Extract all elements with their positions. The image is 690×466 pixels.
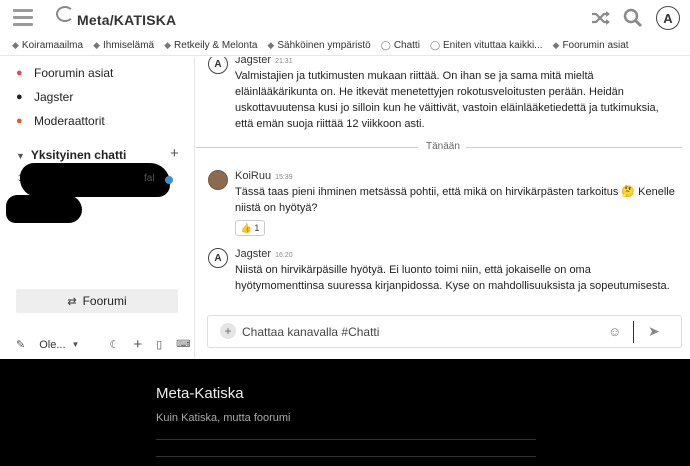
chat-icon: ◯ (429, 40, 441, 50)
chat-bubble-icon: ● (16, 91, 23, 103)
author-avatar[interactable] (208, 170, 228, 190)
sidebar-item-foorumin-asiat[interactable]: ● Foorumin asiat (16, 66, 113, 80)
plug-icon: ◆ (267, 40, 275, 50)
redacted-private-chat[interactable] (6, 195, 82, 223)
mobile-icon[interactable]: ▯ (156, 338, 162, 351)
private-chat-name-fragment: fal (144, 173, 155, 184)
brush-icon[interactable]: ✎ (16, 338, 25, 351)
attach-plus-icon[interactable]: + (220, 323, 236, 339)
hamburger-menu-icon[interactable] (13, 9, 33, 26)
chat-message: KoiRuu 15:39 Tässä taas pieni ihminen met… (208, 170, 678, 240)
theme-selector[interactable]: Ole... (39, 339, 65, 351)
category-item[interactable]: ◯ Eniten vituttaa kaikki... (430, 40, 543, 51)
category-item[interactable]: ◆ Foorumin asiat (553, 40, 629, 51)
chevron-down-icon[interactable]: ▼ (72, 340, 80, 349)
category-item[interactable]: ◆ Retkeily & Melonta (164, 40, 257, 51)
message-author[interactable]: Jagster (235, 57, 271, 66)
message-time: 21:31 (275, 58, 293, 65)
author-avatar[interactable]: A (208, 57, 228, 74)
private-chat-header[interactable]: ▼ Yksityinen chatti (16, 148, 126, 162)
message-author[interactable]: Jagster (235, 248, 271, 260)
footer-subtitle: Kuin Katiska, mutta foorumi (156, 412, 291, 424)
date-divider: Tänään (196, 141, 690, 153)
sidebar: ● Foorumin asiat ● Jagster ● Moderaattor… (0, 57, 195, 359)
sidebar-footer: ✎ Ole... ▼ ☾ + ▯ ⌨ (16, 336, 191, 353)
online-indicator (165, 176, 173, 184)
category-bar: ◆ Koiramaailma ◆ Ihmiselämä ◆ Retkeily & Me… (0, 36, 690, 56)
message-text: Tässä taas pieni ihminen metsässä pohtii… (235, 186, 675, 214)
chat-composer[interactable]: + Chattaa kanavalla #Chatti ☺ ➤ (207, 315, 682, 348)
message-author[interactable]: KoiRuu (235, 170, 271, 182)
site-logo-icon[interactable] (56, 6, 74, 22)
message-text: Valmistajien ja tutkimusten mukaan riitt… (235, 70, 659, 130)
sidebar-item-moderaattorit[interactable]: ● Moderaattorit (16, 114, 105, 128)
user-avatar[interactable]: A (656, 6, 680, 30)
author-avatar[interactable]: A (208, 248, 228, 268)
sidebar-item-jagster[interactable]: ● Jagster (16, 90, 73, 104)
shuffle-icon: ⇄ (67, 295, 77, 308)
paw-icon: ◆ (12, 40, 19, 50)
message-input[interactable]: Chattaa kanavalla #Chatti (242, 325, 379, 339)
site-title[interactable]: Meta/KATISKA (77, 12, 176, 28)
chat-message: A Jagster 21:31 Valmistajien ja tutkimust… (208, 57, 678, 134)
message-time: 15:39 (275, 174, 293, 181)
chevron-down-icon: ▼ (16, 151, 25, 161)
footer-title: Meta-Katiska (156, 385, 244, 402)
chat-message: A Jagster 16:20 Niistä on hirvikärpäsille… (208, 248, 678, 308)
flag-icon: ◆ (552, 40, 560, 50)
category-item[interactable]: ◆ Ihmiselämä (93, 40, 154, 51)
plus-icon[interactable]: + (133, 336, 142, 353)
top-header: Meta/KATISKA A (0, 0, 690, 36)
shuffle-icon[interactable] (590, 7, 612, 29)
search-icon[interactable] (622, 7, 644, 29)
keyboard-icon[interactable]: ⌨ (176, 339, 190, 350)
message-text: Niistä on hirvikärpäsille hyötyä. Ei luo… (235, 264, 670, 292)
forum-button[interactable]: ⇄ Foorumi (16, 289, 178, 313)
category-item[interactable]: ◆ Sähköinen ympäristö (267, 40, 370, 51)
message-time: 16:20 (275, 252, 293, 259)
site-footer: Meta-Katiska Kuin Katiska, mutta foorumi (0, 359, 690, 466)
add-private-chat-button[interactable]: + (170, 145, 179, 162)
category-item[interactable]: ◯ Chatti (381, 40, 420, 51)
chat-pane: A Jagster 21:31 Valmistajien ja tutkimust… (196, 57, 690, 359)
chat-bubble-icon: ● (16, 67, 23, 79)
category-item[interactable]: ◆ Koiramaailma (12, 40, 83, 51)
reaction-button[interactable]: 👍 1 (235, 220, 265, 236)
moon-icon[interactable]: ☾ (109, 338, 119, 351)
chat-icon: ◯ (380, 40, 391, 50)
emoji-icon[interactable]: ☺ (608, 324, 621, 339)
tree-icon: ◆ (164, 40, 172, 50)
chat-bubble-icon: ● (16, 115, 23, 127)
send-icon[interactable]: ➤ (648, 323, 660, 340)
people-icon: ◆ (93, 40, 100, 50)
